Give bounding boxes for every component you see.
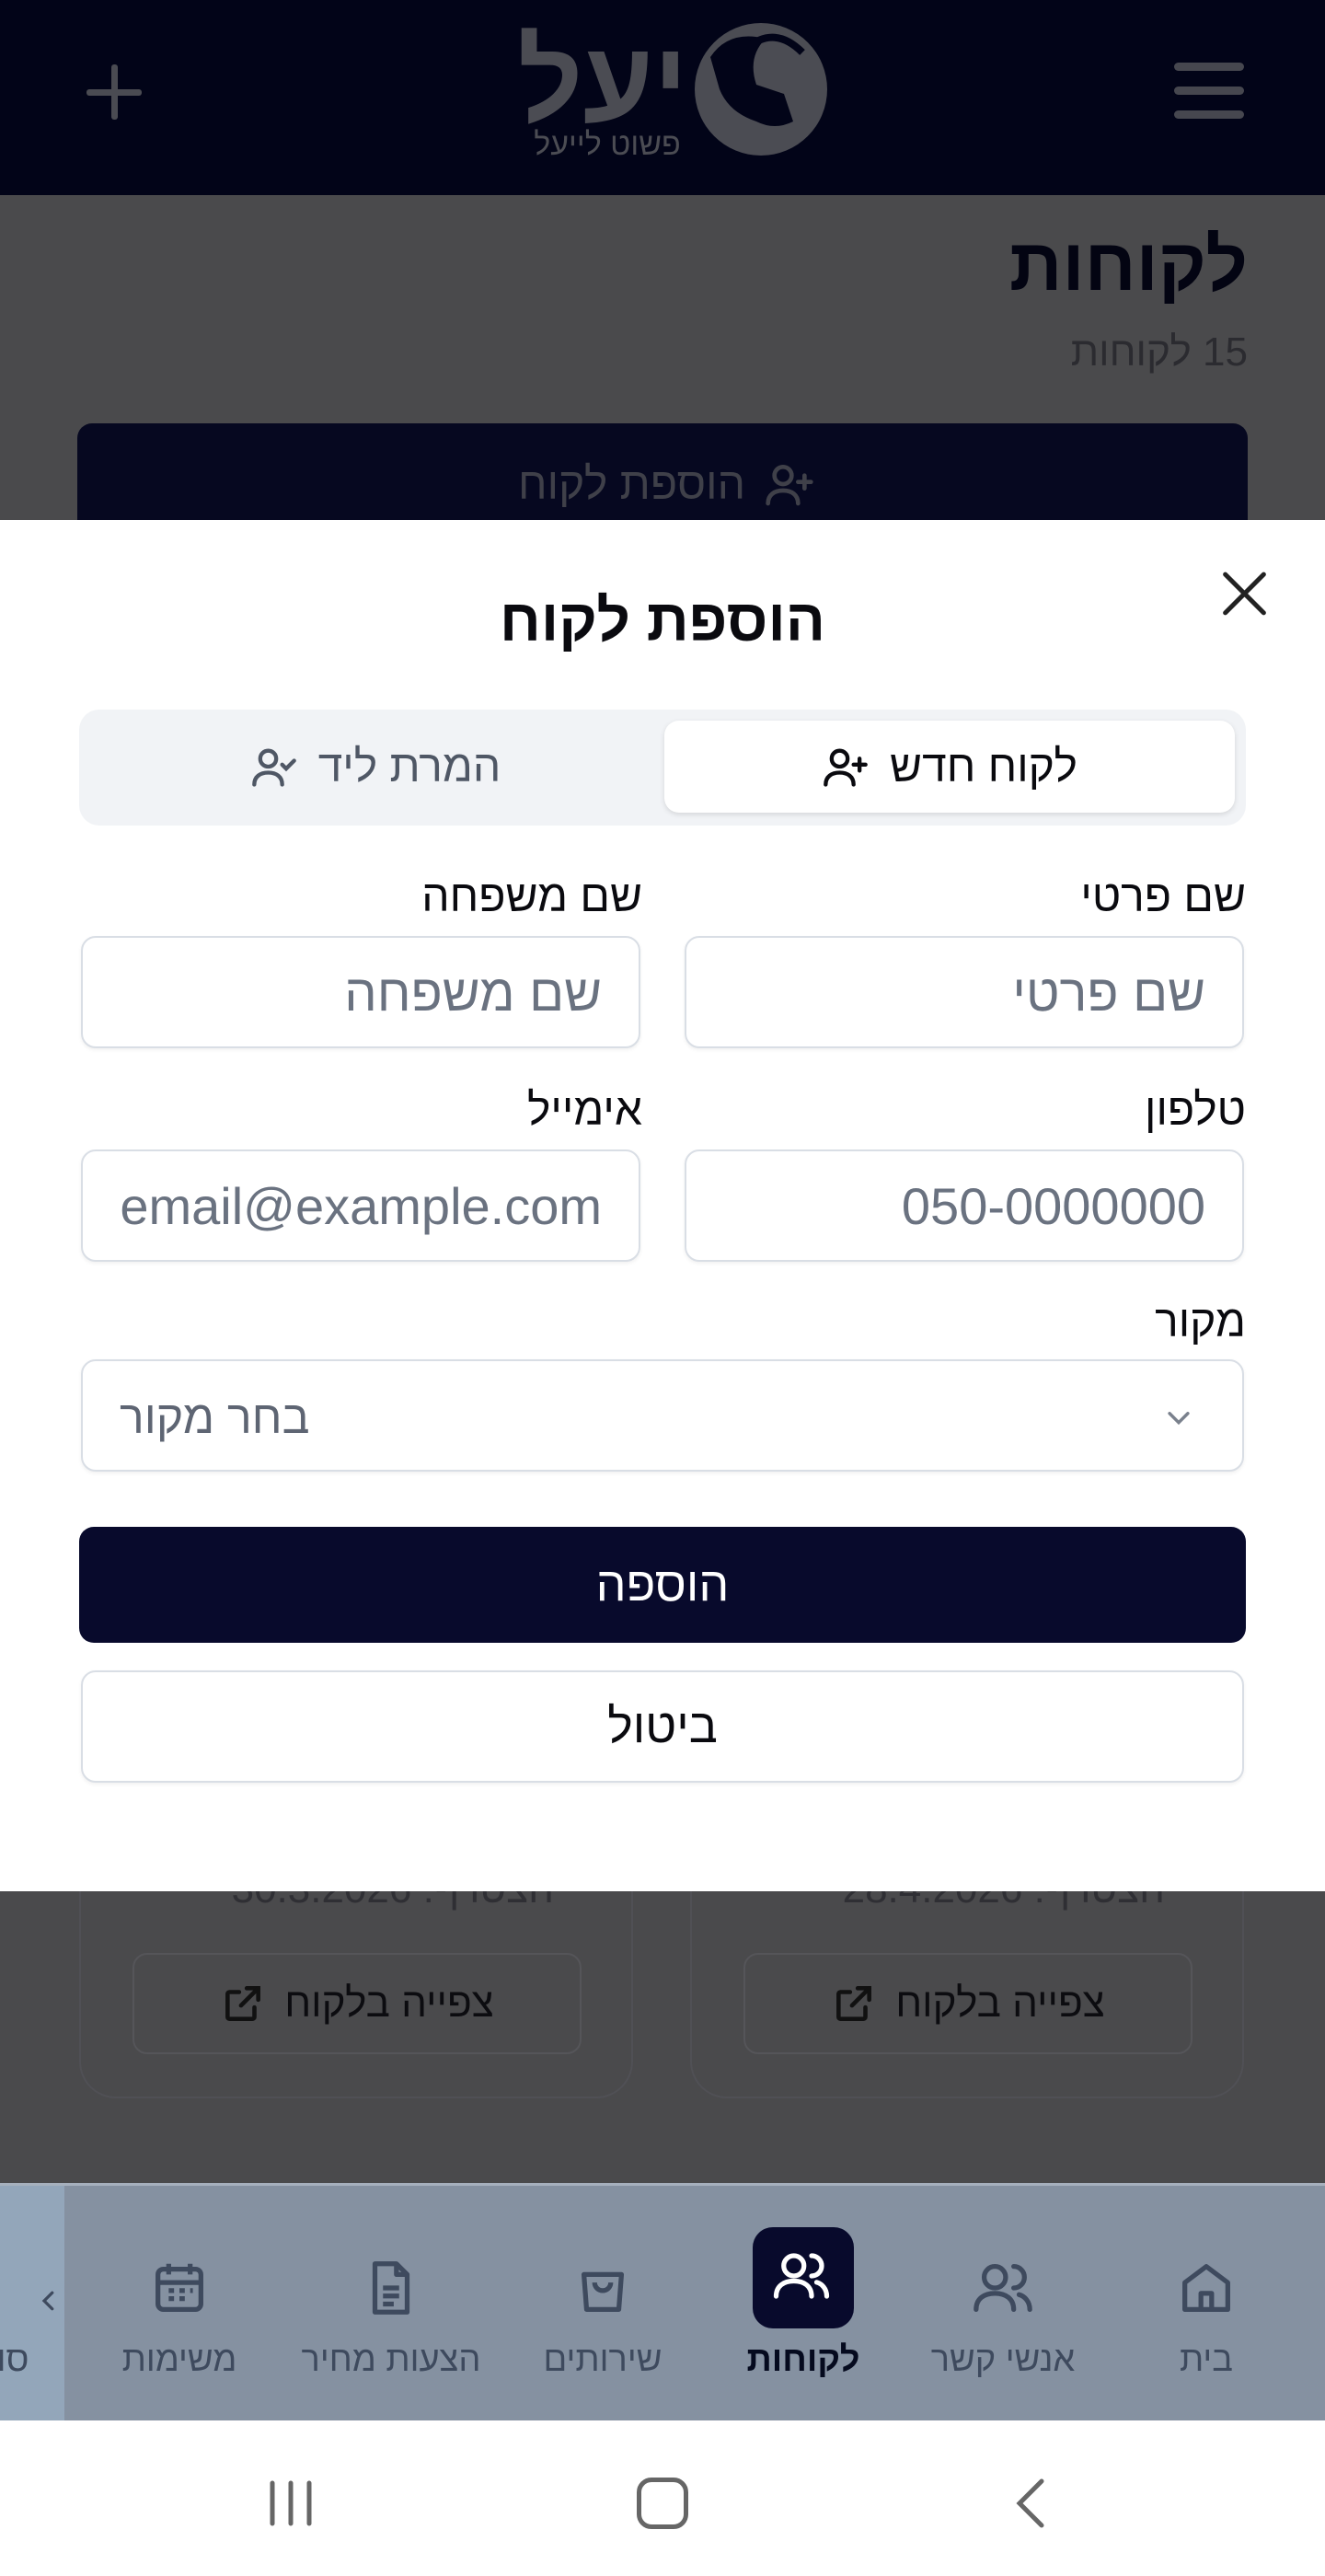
nav-item-tasks[interactable]: משימות (110, 2186, 248, 2423)
first-name-input[interactable] (685, 936, 1244, 1048)
home-button-icon[interactable] (637, 2478, 688, 2529)
nav-item-customers[interactable]: לקוחות (734, 2186, 872, 2423)
view-customer-label: צפייה בלקוח (284, 1981, 494, 2026)
nav-label: משימות (121, 2340, 237, 2379)
nav-item-home[interactable]: בית (1156, 2186, 1257, 2423)
phone-input[interactable] (685, 1149, 1244, 1262)
document-icon (372, 2261, 410, 2315)
goat-logo-icon (695, 23, 827, 156)
calendar-icon (156, 2263, 203, 2312)
contacts-icon (974, 2264, 1032, 2312)
tab-new-customer[interactable]: לקוח חדש (664, 721, 1235, 813)
nav-item-more[interactable]: סו (0, 2186, 31, 2423)
chevron-left-icon[interactable] (35, 2287, 63, 2315)
submit-button[interactable]: הוספה (79, 1527, 1246, 1643)
email-label: אימייל (527, 1086, 642, 1135)
shopping-bag-icon (581, 2271, 625, 2312)
first-name-label: שם פרטי (1080, 872, 1246, 921)
nav-item-contacts[interactable]: אנשי קשר (920, 2186, 1086, 2423)
nav-item-services[interactable]: שירותים (534, 2186, 672, 2423)
logo-text: יעל (517, 18, 688, 145)
bottom-nav: בית אנשי קשר לקוחות שירותים הצעות מחיר מ… (0, 2183, 1325, 2423)
back-icon[interactable] (1012, 2476, 1049, 2531)
source-select[interactable]: בחר מקור (81, 1359, 1244, 1472)
source-label: מקור (1155, 1298, 1246, 1346)
plus-icon[interactable] (86, 64, 142, 120)
view-customer-button[interactable]: צפייה בלקוח (743, 1953, 1192, 2054)
home-icon (1182, 2264, 1230, 2312)
app-header: יעל פשוט לייעל (0, 0, 1325, 195)
customers-icon (773, 2253, 830, 2299)
email-input[interactable] (81, 1149, 640, 1262)
page-title: לקוחות (1009, 224, 1248, 306)
phone-label: טלפון (1144, 1086, 1246, 1135)
nav-label: סו (0, 2340, 29, 2379)
recent-apps-icon[interactable] (265, 2478, 317, 2529)
add-customer-modal: הוספת לקוח לקוח חדש המרת ליד שם פרטי שם … (0, 520, 1325, 1891)
user-plus-icon (766, 464, 813, 506)
nav-label: הצעות מחיר (301, 2340, 481, 2379)
tab-convert-lead[interactable]: המרת ליד (90, 721, 661, 813)
last-name-input[interactable] (81, 936, 640, 1048)
nav-label: לקוחות (746, 2340, 860, 2379)
view-customer-label: צפייה בלקוח (895, 1981, 1105, 2026)
user-plus-icon (824, 748, 868, 787)
nav-label: שירותים (543, 2340, 662, 2379)
last-name-label: שם משפחה (421, 872, 642, 921)
modal-title: הוספת לקוח (500, 587, 825, 653)
chevron-down-icon (1168, 1412, 1190, 1426)
add-customer-label: הוספת לקוח (517, 459, 745, 509)
tab-label: לקוח חדש (890, 742, 1077, 791)
nav-label: בית (1179, 2340, 1234, 2379)
source-selected-value: בחר מקור (120, 1392, 310, 1443)
nav-label: אנשי קשר (930, 2340, 1076, 2379)
system-nav-bar (0, 2420, 1325, 2576)
app-logo: יעל פשוט לייעל (488, 18, 837, 166)
nav-item-quotes[interactable]: הצעות מחיר (296, 2186, 486, 2423)
user-check-icon (251, 748, 296, 787)
view-customer-button[interactable]: צפייה בלקוח (132, 1953, 582, 2054)
external-link-icon (225, 1986, 261, 2021)
customer-count: 15 לקוחות (1070, 329, 1248, 375)
tab-label: המרת ליד (317, 742, 501, 791)
cancel-button[interactable]: ביטול (81, 1670, 1244, 1783)
menu-icon[interactable] (1174, 63, 1244, 120)
customer-type-tabs: לקוח חדש המרת ליד (79, 710, 1246, 826)
logo-tagline: פשוט לייעל (534, 127, 681, 162)
external-link-icon (836, 1986, 872, 2021)
